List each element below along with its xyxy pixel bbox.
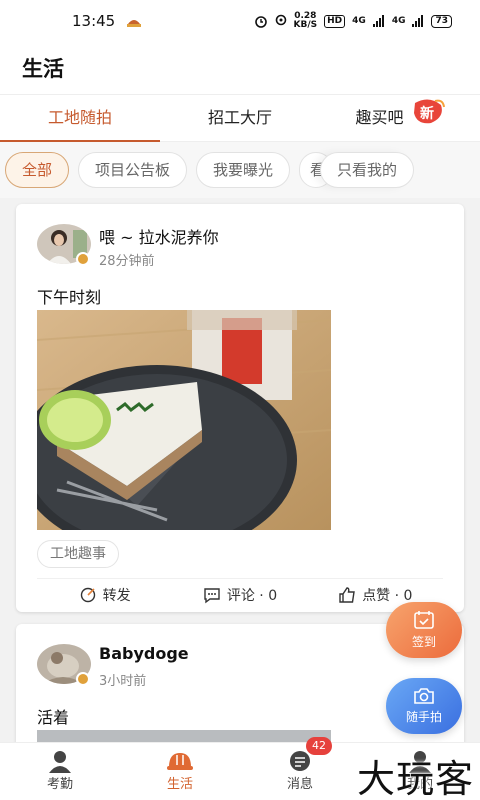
- sign-in-button[interactable]: 签到: [386, 602, 462, 658]
- tab-site-snapshots[interactable]: 工地随拍: [0, 95, 160, 142]
- network-speed: 0.28 KB/S: [294, 12, 318, 30]
- clock: 13:45: [72, 12, 116, 30]
- camera-icon: [414, 688, 434, 704]
- post-card[interactable]: 喂 ~ 拉水泥养你 28分钟前 下午时刻 工地趣事 转发 评论 · 0 点赞 ·…: [16, 204, 464, 612]
- forward-icon: [80, 587, 95, 602]
- filter-project-board[interactable]: 项目公告板: [78, 152, 188, 188]
- post-username[interactable]: 喂 ~ 拉水泥养你: [99, 224, 219, 248]
- alarm-icon: [254, 16, 267, 28]
- filter-chips: 全部 项目公告板 我要曝光 看 只看我的: [0, 142, 480, 198]
- signal-2: 4G: [391, 16, 406, 26]
- nav-messages[interactable]: 消息 42: [240, 737, 360, 800]
- nav-label: 考勤: [46, 777, 73, 792]
- like-label: 点赞 · 0: [362, 587, 413, 604]
- thumbs-up-icon: [339, 586, 356, 603]
- tab-label: 趣买吧: [355, 108, 404, 127]
- hd-indicator: HD: [324, 14, 346, 28]
- app-header: 生活: [0, 44, 480, 94]
- tab-fun-shop[interactable]: 趣买吧 新: [320, 95, 480, 141]
- tab-label: 招工大厅: [207, 108, 272, 127]
- post-image[interactable]: [37, 310, 331, 530]
- comment-label: 评论 · 0: [226, 587, 278, 604]
- filter-only-mine[interactable]: 只看我的: [320, 152, 415, 188]
- filter-all[interactable]: 全部: [5, 152, 70, 188]
- sign-in-label: 签到: [411, 635, 436, 649]
- new-badge-icon: 新: [413, 99, 445, 124]
- nav-attendance[interactable]: 考勤: [0, 743, 120, 800]
- post-actions: 转发 评论 · 0 点赞 · 0: [37, 578, 443, 610]
- new-badge-text: 新: [420, 105, 434, 122]
- cake-photo: [37, 310, 331, 530]
- nav-life[interactable]: 生活: [120, 743, 240, 800]
- filter-exposure[interactable]: 我要曝光: [196, 152, 291, 188]
- app-notification-icon: [127, 20, 141, 27]
- tab-label: 工地随拍: [47, 108, 112, 127]
- top-tabs: 工地随拍 招工大厅 趣买吧 新: [0, 94, 480, 142]
- tab-recruitment-hall[interactable]: 招工大厅: [160, 95, 320, 141]
- status-bar: 13:45 0.28 KB/S HD 4G 4G 73: [0, 0, 480, 44]
- calendar-check-icon: [414, 611, 434, 629]
- helmet-icon: [167, 753, 193, 770]
- post-username[interactable]: Babydoge: [99, 644, 189, 663]
- post-tag[interactable]: 工地趣事: [37, 540, 119, 568]
- quick-shoot-label: 随手拍: [405, 710, 442, 724]
- post-text: 活着: [37, 708, 70, 727]
- comment-icon: [204, 587, 220, 603]
- post-time: 28分钟前: [99, 254, 155, 269]
- quick-shoot-button[interactable]: 随手拍: [386, 678, 462, 734]
- page-title: 生活: [22, 57, 64, 81]
- network-speed-unit: KB/S: [293, 20, 318, 30]
- person-icon: [49, 751, 71, 773]
- signal-bars-icon: [412, 15, 424, 27]
- signal-1: 4G: [352, 16, 366, 26]
- battery-indicator: 73: [431, 14, 452, 28]
- nav-label: 生活: [166, 777, 193, 792]
- forward-label: 转发: [102, 587, 131, 604]
- comment-button[interactable]: 评论 · 0: [172, 585, 307, 605]
- level-badge-icon: [76, 672, 90, 686]
- level-badge-icon: [76, 252, 90, 266]
- forward-button[interactable]: 转发: [37, 585, 172, 605]
- signal-bars-icon: [372, 15, 384, 27]
- nav-label: 消息: [286, 777, 313, 792]
- post-time: 3小时前: [99, 674, 147, 689]
- unread-badge: 42: [306, 737, 332, 755]
- post-text: 下午时刻: [37, 288, 102, 307]
- watermark-text: 大玩客: [356, 757, 474, 800]
- location-icon: [275, 14, 286, 26]
